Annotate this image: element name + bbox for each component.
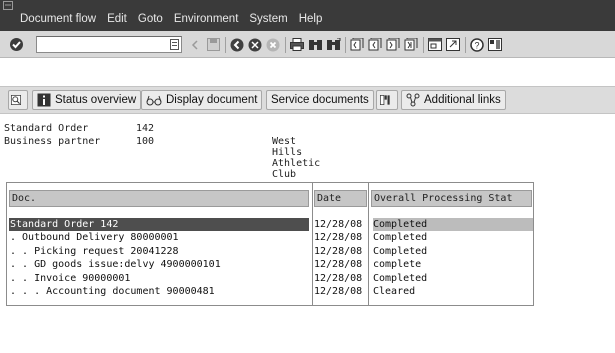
status-cell: Completed bbox=[373, 272, 428, 284]
help-icon[interactable]: ? bbox=[469, 37, 485, 53]
partner-name: West Hills Athletic Club bbox=[272, 136, 321, 180]
status-cell: Completed bbox=[373, 245, 428, 257]
zoom-button[interactable] bbox=[8, 90, 28, 110]
command-history-icon[interactable] bbox=[170, 39, 179, 50]
title-bar: Document flow Edit Goto Environment Syst… bbox=[0, 0, 615, 31]
last-page-icon[interactable] bbox=[403, 37, 419, 53]
menu-system[interactable]: System bbox=[249, 13, 287, 25]
glasses-icon bbox=[146, 95, 162, 106]
menu-document-flow[interactable]: Document flow bbox=[20, 13, 96, 25]
service-documents-button[interactable]: Service documents bbox=[266, 90, 374, 110]
status-cell: complete bbox=[373, 259, 422, 271]
partner-value: 100 bbox=[136, 136, 155, 147]
display-document-label: Display document bbox=[166, 94, 258, 106]
first-page-icon[interactable] bbox=[349, 37, 365, 53]
date-cell: 12/28/08 bbox=[314, 285, 363, 297]
menu-help[interactable]: Help bbox=[299, 13, 323, 25]
column-divider bbox=[312, 183, 313, 305]
date-cell: 12/28/08 bbox=[314, 272, 363, 284]
zoom-icon bbox=[11, 95, 21, 105]
doc-cell[interactable]: . . Picking request 20041228 bbox=[9, 245, 309, 258]
layout-menu-icon[interactable] bbox=[487, 37, 503, 53]
toolbar-separator bbox=[465, 36, 466, 53]
doc-cell[interactable]: . Outbound Delivery 80000001 bbox=[9, 231, 309, 244]
toolbar-separator bbox=[423, 36, 424, 53]
system-menu-icon[interactable] bbox=[3, 1, 13, 10]
doc-cell[interactable]: . . . Accounting document 90000481 bbox=[9, 285, 309, 298]
date-cell: 12/28/08 bbox=[314, 232, 363, 244]
hierarchy-icon bbox=[380, 95, 390, 105]
find-next-icon[interactable] bbox=[325, 37, 341, 53]
date-cell: 12/28/08 bbox=[314, 219, 363, 230]
svg-text:?: ? bbox=[474, 40, 479, 50]
toolbar-separator bbox=[225, 36, 226, 53]
status-cell: Completed bbox=[373, 218, 533, 231]
expand-arrow-icon[interactable] bbox=[187, 37, 203, 53]
hierarchy-button[interactable] bbox=[376, 90, 398, 110]
status-overview-label: Status overview bbox=[55, 94, 137, 106]
cancel-icon[interactable] bbox=[265, 37, 281, 53]
menu-bar: Document flow Edit Goto Environment Syst… bbox=[20, 13, 322, 25]
shortcut-icon[interactable] bbox=[445, 37, 461, 53]
exit-icon[interactable] bbox=[247, 37, 263, 53]
print-icon[interactable] bbox=[289, 37, 305, 53]
status-cell: Completed bbox=[373, 232, 428, 244]
info-icon bbox=[37, 93, 51, 107]
toolbar-icons: ? bbox=[187, 36, 505, 53]
find-icon[interactable] bbox=[307, 37, 323, 53]
display-document-button[interactable]: Display document bbox=[141, 90, 263, 110]
doc-cell[interactable]: . . GD goods issue:delvy 4900000101 bbox=[9, 258, 309, 271]
column-header-doc[interactable]: Doc. bbox=[9, 190, 309, 207]
command-field[interactable] bbox=[36, 36, 182, 53]
menu-environment[interactable]: Environment bbox=[174, 13, 239, 25]
previous-page-icon[interactable] bbox=[367, 37, 383, 53]
partner-label: Business partner bbox=[4, 136, 101, 147]
standard-toolbar: ? bbox=[0, 31, 615, 58]
status-cell: Cleared bbox=[373, 285, 416, 297]
additional-links-label: Additional links bbox=[424, 94, 501, 106]
column-header-status[interactable]: Overall Processing Stat bbox=[371, 190, 532, 207]
application-toolbar: Status overview Display document Service… bbox=[0, 86, 615, 114]
doc-cell[interactable]: . . Invoice 90000001 bbox=[9, 272, 309, 285]
doc-cell[interactable]: Standard Order 142 bbox=[9, 218, 309, 231]
column-header-date[interactable]: Date bbox=[314, 190, 367, 207]
menu-goto[interactable]: Goto bbox=[138, 13, 163, 25]
create-session-icon[interactable] bbox=[427, 37, 443, 53]
service-documents-label: Service documents bbox=[271, 94, 369, 106]
save-icon[interactable] bbox=[205, 37, 221, 53]
next-page-icon[interactable] bbox=[385, 37, 401, 53]
date-cell: 12/28/08 bbox=[314, 245, 363, 257]
additional-links-button[interactable]: Additional links bbox=[401, 90, 506, 110]
status-overview-button[interactable]: Status overview bbox=[32, 90, 142, 110]
date-cell: 12/28/08 bbox=[314, 259, 363, 271]
toolbar-separator bbox=[345, 36, 346, 53]
back-icon[interactable] bbox=[229, 37, 245, 53]
menu-edit[interactable]: Edit bbox=[107, 13, 127, 25]
toolbar-separator bbox=[285, 36, 286, 53]
links-icon bbox=[406, 93, 420, 107]
ok-icon[interactable] bbox=[9, 37, 24, 52]
document-flow-tree: Doc. Date Overall Processing Stat Standa… bbox=[6, 182, 534, 306]
order-value: 142 bbox=[136, 123, 155, 134]
order-label: Standard Order bbox=[4, 123, 89, 134]
